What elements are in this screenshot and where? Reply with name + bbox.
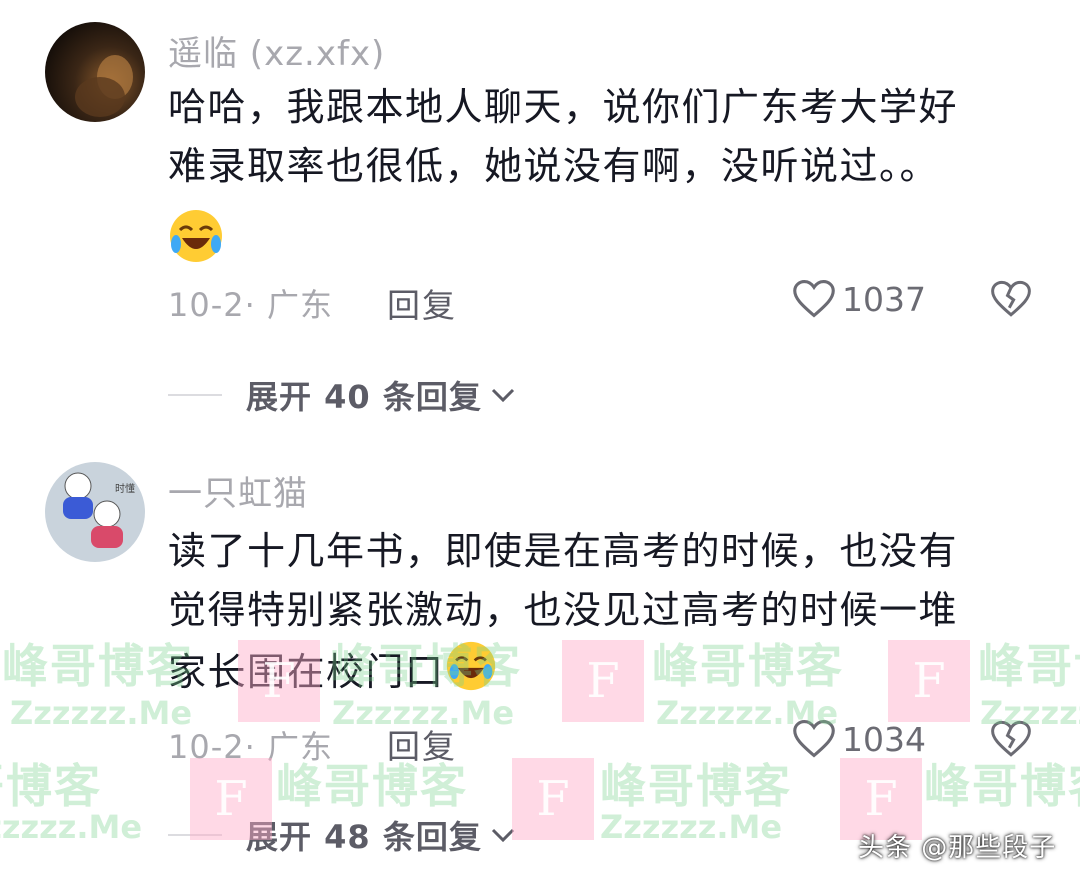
comment-text: 读了十几年书，即使是在高考的时候，也没有 觉得特别紧张激动，也没见过高考的时候一… xyxy=(168,522,1028,709)
avatar-caption: 时懂 xyxy=(115,483,135,495)
avatar[interactable] xyxy=(45,22,145,122)
comment-text-body: 读了十几年书，即使是在高考的时候，也没有 觉得特别紧张激动，也没见过高考的时候一… xyxy=(168,529,959,694)
comment-text: 哈哈，我跟本地人聊天，说你们广东考大学好 难录取率也很低，她说没有啊，没听说过。… xyxy=(168,85,959,188)
comment-username[interactable]: 遥临 (xz.xfx) xyxy=(168,26,385,75)
comment-meta: 10-2· 广东 xyxy=(168,286,333,324)
expand-replies-label: 展开 40 条回复 xyxy=(246,378,482,416)
dislike-button[interactable] xyxy=(990,278,1032,324)
like-button[interactable]: 1037 xyxy=(792,278,926,320)
watermark-brand: 峰哥博客 xyxy=(0,759,102,813)
like-count: 1034 xyxy=(842,719,926,759)
laugh-cry-emoji xyxy=(168,208,224,268)
heart-icon xyxy=(793,280,835,318)
dislike-button[interactable] xyxy=(990,718,1032,764)
watermark-brand: 峰哥博客 xyxy=(600,759,792,813)
broken-heart-icon xyxy=(991,280,1031,317)
reply-button[interactable]: 回复 xyxy=(387,720,457,768)
expand-replies-button[interactable]: 展开 48 条回复 xyxy=(168,812,518,858)
broken-heart-icon xyxy=(991,720,1031,757)
panda-meme-icon: 时懂 xyxy=(63,472,135,548)
like-count: 1037 xyxy=(842,279,926,319)
avatar-photo-icon xyxy=(75,55,133,117)
tearful-laugh-emoji xyxy=(445,640,497,709)
watermark-logo: F xyxy=(512,758,594,840)
divider xyxy=(168,394,222,396)
reply-button[interactable]: 回复 xyxy=(387,279,457,327)
comment-username[interactable]: 一只虹猫 xyxy=(168,466,308,515)
heart-icon xyxy=(793,720,835,758)
comment-meta: 10-2· 广东 xyxy=(168,728,333,766)
watermark-domain: Zzzzzz.Me xyxy=(10,694,193,732)
expand-replies-label: 展开 48 条回复 xyxy=(246,818,482,856)
like-button[interactable]: 1034 xyxy=(792,718,926,760)
watermark-domain: Zzzzzz.Me xyxy=(0,808,143,846)
avatar[interactable]: 时懂 xyxy=(45,462,145,562)
watermark-domain: Zzzzzz.Me xyxy=(600,808,783,846)
chevron-down-icon xyxy=(491,828,514,843)
source-credit: 头条 @那些段子 xyxy=(858,833,1057,863)
chevron-down-icon xyxy=(491,388,514,403)
watermark-brand: 峰哥博客 xyxy=(2,639,194,693)
expand-replies-button[interactable]: 展开 40 条回复 xyxy=(168,372,518,418)
divider xyxy=(168,834,222,836)
